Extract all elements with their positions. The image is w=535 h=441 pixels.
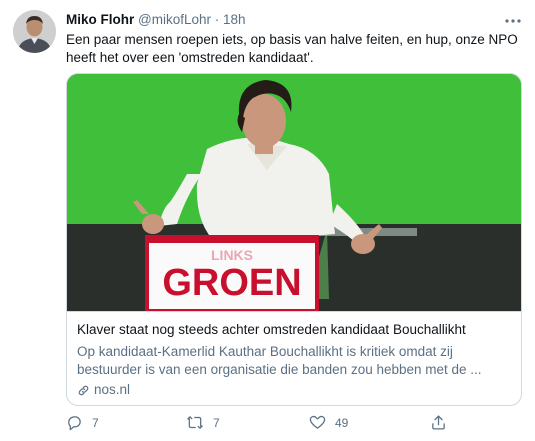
retweet-button[interactable]: 7 xyxy=(186,414,220,431)
reply-count: 7 xyxy=(92,415,99,430)
author-handle[interactable]: @mikofLohr xyxy=(138,12,211,27)
reply-icon xyxy=(68,416,81,431)
more-horizontal-icon[interactable] xyxy=(505,11,521,28)
tweet-header: Miko Flohr @mikofLohr · 18h xyxy=(66,12,246,27)
heart-icon xyxy=(309,415,326,429)
avatar-photo xyxy=(13,10,56,53)
share-button[interactable] xyxy=(430,414,447,431)
tweet-time[interactable]: 18h xyxy=(223,12,246,27)
like-button[interactable]: 49 xyxy=(309,414,348,431)
card-image-illustration: GROEN LINKS xyxy=(67,74,521,311)
link-card[interactable]: GROEN LINKS Klaver staat nog steeds acht… xyxy=(66,73,522,406)
meta-separator: · xyxy=(214,12,220,27)
card-domain-text: nos.nl xyxy=(94,382,131,397)
retweet-icon xyxy=(187,416,203,429)
card-description: Op kandidaat-Kamerlid Kauthar Bouchallik… xyxy=(77,344,482,377)
card-image[interactable]: GROEN LINKS xyxy=(67,74,521,311)
reply-button[interactable]: 7 xyxy=(66,414,99,431)
tweet-actions: 7 7 49 xyxy=(66,414,446,434)
like-count: 49 xyxy=(335,415,349,430)
tweet-text: Een paar mensen roepen iets, op basis va… xyxy=(66,32,518,65)
card-body[interactable]: Klaver staat nog steeds achter omstreden… xyxy=(67,311,521,405)
author-name[interactable]: Miko Flohr xyxy=(66,12,134,27)
avatar[interactable] xyxy=(13,10,56,53)
retweet-count: 7 xyxy=(213,415,220,430)
card-sign-subtext: LINKS xyxy=(211,247,253,263)
link-icon xyxy=(78,385,89,395)
card-sign-text: GROEN xyxy=(162,262,301,304)
card-domain[interactable]: nos.nl xyxy=(77,381,511,399)
share-icon xyxy=(432,415,445,430)
card-title[interactable]: Klaver staat nog steeds achter omstreden… xyxy=(77,321,511,339)
